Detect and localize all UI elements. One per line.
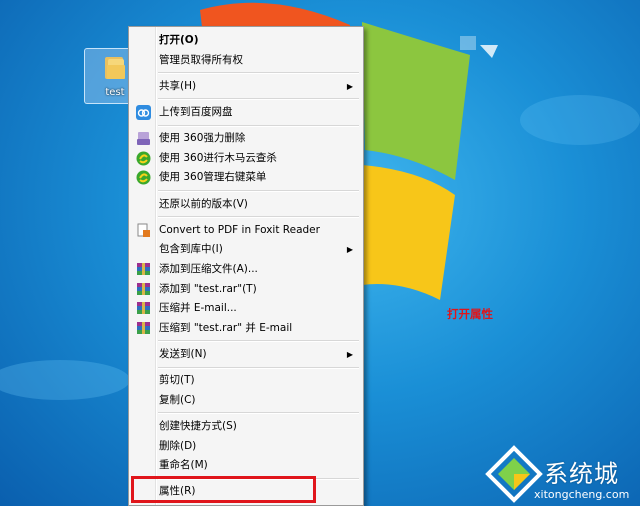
menu-item-label: 添加到压缩文件(A)... [159, 263, 258, 275]
foxit-pdf-icon [136, 223, 151, 238]
menu-item-label: 删除(D) [159, 439, 197, 452]
menu-item-7-0[interactable]: 剪切(T) [131, 371, 361, 390]
menu-item-label: 使用 360进行木马云查杀 [159, 151, 277, 164]
submenu-arrow-icon: ▶ [346, 81, 353, 91]
menu-item-label: 重命名(M) [159, 459, 208, 472]
menu-item-5-5[interactable]: 压缩到 "test.rar" 并 E-mail [131, 319, 361, 338]
menu-item-label: 管理员取得所有权 [159, 53, 243, 66]
menu-item-1-0[interactable]: 共享(H) ▶ [131, 77, 361, 96]
menu-item-label: 上传到百度网盘 [159, 106, 233, 118]
menu-item-3-1[interactable]: 使用 360进行木马云查杀 [131, 149, 361, 168]
menu-separator [158, 190, 359, 192]
menu-item-5-1[interactable]: 包含到库中(I) ▶ [131, 240, 361, 259]
watermark-name: 系统城 [544, 460, 619, 488]
menu-item-6-0[interactable]: 发送到(N) ▶ [131, 345, 361, 364]
menu-item-7-1[interactable]: 复制(C) [131, 391, 361, 410]
menu-item-label: 添加到 "test.rar"(T) [159, 282, 257, 295]
menu-item-5-3[interactable]: 添加到 "test.rar"(T) [131, 280, 361, 299]
menu-separator [158, 340, 359, 343]
watermark-url: xitongcheng.com [534, 488, 630, 501]
menu-item-label: 剪切(T) [159, 374, 195, 387]
menu-item-label: 发送到(N) [159, 348, 207, 360]
menu-item-label: 使用 360强力删除 [159, 132, 246, 145]
menu-item-label: 还原以前的版本(V) [159, 197, 248, 210]
submenu-arrow-icon: ▶ [346, 245, 353, 255]
menu-item-4-0[interactable]: 还原以前的版本(V) [131, 195, 361, 214]
menu-item-label: 共享(H) [159, 79, 197, 92]
scan-360-icon [136, 151, 151, 166]
shredder-360-icon [136, 131, 151, 146]
menu-separator [158, 124, 359, 127]
watermark: 系统城 xitongcheng.com [482, 440, 640, 506]
menu-item-0-0[interactable]: 打开(O) [131, 31, 361, 50]
menu-item-label: 创建快捷方式(S) [159, 420, 237, 432]
menu-item-label: Convert to PDF in Foxit Reader [159, 223, 320, 236]
manage-360-icon [136, 170, 151, 185]
menu-separator [158, 98, 359, 101]
baidu-cloud-icon [136, 105, 151, 120]
submenu-arrow-icon: ▶ [346, 350, 353, 359]
menu-item-5-4[interactable]: 压缩并 E-mail... [131, 299, 361, 318]
annotation-text: 打开属性 [447, 307, 493, 321]
menu-item-label: 压缩并 E-mail... [159, 302, 237, 315]
menu-item-3-0[interactable]: 使用 360强力删除 [131, 129, 361, 148]
menu-item-label: 压缩到 "test.rar" 并 E-mail [159, 321, 293, 334]
winrar-icon [136, 282, 151, 297]
menu-item-label: 使用 360管理右键菜单 [159, 171, 267, 184]
menu-separator [158, 366, 359, 369]
menu-item-8-1[interactable]: 删除(D) [131, 437, 361, 456]
menu-separator [158, 216, 359, 219]
context-menu: 打开(O) 管理员取得所有权 共享(H) ▶ 上传到百度网盘使用 360强力删除使用 3… [128, 26, 364, 506]
menu-item-label: 包含到库中(I) [159, 243, 223, 256]
menu-item-label: 复制(C) [159, 393, 196, 406]
folder-icon [105, 57, 125, 79]
menu-item-0-1[interactable]: 管理员取得所有权 [131, 51, 361, 70]
menu-item-5-0[interactable]: Convert to PDF in Foxit Reader [131, 221, 361, 240]
winrar-icon [136, 321, 151, 336]
menu-item-8-2[interactable]: 重命名(M) [131, 456, 361, 475]
winrar-icon [136, 262, 151, 277]
menu-separator [158, 72, 359, 75]
menu-item-5-2[interactable]: 添加到压缩文件(A)... [131, 260, 361, 279]
menu-item-3-2[interactable]: 使用 360管理右键菜单 [131, 168, 361, 187]
menu-item-label: 打开(O) [159, 34, 199, 46]
winrar-icon [136, 301, 151, 316]
properties-highlight-box [131, 476, 316, 503]
menu-item-2-0[interactable]: 上传到百度网盘 [131, 103, 361, 122]
menu-item-8-0[interactable]: 创建快捷方式(S) [131, 417, 361, 436]
menu-separator [158, 412, 359, 415]
